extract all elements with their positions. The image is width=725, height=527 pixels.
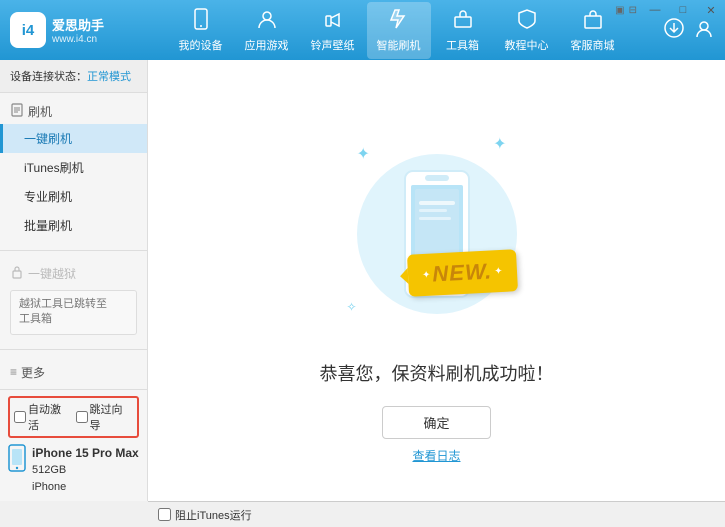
device-phone-icon xyxy=(8,444,26,478)
toolbox-icon xyxy=(452,8,474,35)
download-icon[interactable] xyxy=(663,17,685,44)
itunes-checkbox[interactable]: 阻止iTunes运行 xyxy=(158,507,252,523)
device-storage: 512GB xyxy=(32,462,139,479)
success-message: 恭喜您，保资料刷机成功啦！ xyxy=(320,360,554,386)
lock-icon xyxy=(10,265,24,282)
nav-my-device[interactable]: 我的设备 xyxy=(169,2,233,59)
device-type: iPhone xyxy=(32,479,139,496)
nav-tutorial[interactable]: 教程中心 xyxy=(495,2,559,59)
skip-guide-checkbox[interactable] xyxy=(76,411,88,423)
main-content: ✦ ✦ ✧ xyxy=(148,60,725,527)
header-right xyxy=(663,17,715,44)
sidebar-item-batch-flash[interactable]: 批量刷机 xyxy=(0,211,147,240)
maximize-button[interactable]: □ xyxy=(669,0,697,20)
auto-options-panel: 自动激活 跳过向导 xyxy=(8,396,139,438)
minimize-button[interactable]: — xyxy=(641,0,669,20)
device-details: iPhone 15 Pro Max 512GB iPhone xyxy=(32,444,139,495)
user-icon[interactable] xyxy=(693,17,715,44)
main-nav: 我的设备 应用游戏 铃声壁纸 智能刷机 xyxy=(130,2,663,59)
shop-icon xyxy=(582,8,604,35)
nav-toolbox[interactable]: 工具箱 xyxy=(433,2,493,59)
app-logo: i4 xyxy=(10,12,46,48)
jailbreak-section: 一键越狱 越狱工具已跳转至工具箱 xyxy=(0,255,147,345)
connection-status: 设备连接状态：正常模式 xyxy=(0,60,147,93)
nav-smart-flash[interactable]: 智能刷机 xyxy=(367,2,431,59)
close-button[interactable]: ✕ xyxy=(697,0,725,20)
auto-activate-option[interactable]: 自动激活 xyxy=(14,401,72,433)
sidebar-item-one-key-flash[interactable]: 一键刷机 xyxy=(0,124,147,153)
success-illustration: ✦ ✦ ✧ xyxy=(337,124,537,344)
new-badge: ✦ NEW. ✦ xyxy=(407,249,518,297)
apps-icon xyxy=(256,8,278,35)
confirm-button[interactable]: 确定 xyxy=(382,406,490,439)
phone-circle: ✦ NEW. ✦ xyxy=(357,154,517,314)
sidebar-item-itunes-flash[interactable]: iTunes刷机 xyxy=(0,153,147,182)
tutorial-icon xyxy=(516,8,538,35)
skip-guide-option[interactable]: 跳过向导 xyxy=(76,401,134,433)
flash-section: 刷机 一键刷机 iTunes刷机 专业刷机 批量刷机 xyxy=(0,93,147,246)
sidebar-item-pro-flash[interactable]: 专业刷机 xyxy=(0,182,147,211)
logo-text: 爱思助手 www.i4.cn xyxy=(52,15,104,45)
flash-group-label: 刷机 xyxy=(0,99,147,124)
logo-area: i4 爱思助手 www.i4.cn xyxy=(10,12,130,48)
sparkle-icon-1: ✦ xyxy=(357,144,370,164)
jailbreak-notice: 越狱工具已跳转至工具箱 xyxy=(10,290,137,335)
sparkle-icon-3: ✧ xyxy=(347,300,357,314)
auto-activate-checkbox[interactable] xyxy=(14,411,26,423)
itunes-checkbox-input[interactable] xyxy=(158,508,171,521)
jailbreak-group-label: 一键越狱 xyxy=(0,261,147,286)
device-name: iPhone 15 Pro Max xyxy=(32,444,139,462)
flash-icon xyxy=(388,8,410,35)
flash-group-icon xyxy=(10,103,24,120)
itunes-bar: 阻止iTunes运行 xyxy=(148,501,725,527)
more-group-label: ≡ 更多 xyxy=(0,360,147,385)
device-info: iPhone 15 Pro Max 512GB iPhone xyxy=(8,444,139,495)
nav-apps-games[interactable]: 应用游戏 xyxy=(235,2,299,59)
more-icon: ≡ xyxy=(10,365,17,379)
nav-ringtones[interactable]: 铃声壁纸 xyxy=(301,2,365,59)
view-log-link[interactable]: 查看日志 xyxy=(412,447,460,464)
phone-icon xyxy=(190,8,212,35)
sparkle-icon-2: ✦ xyxy=(493,134,506,154)
ringtone-icon xyxy=(322,8,344,35)
